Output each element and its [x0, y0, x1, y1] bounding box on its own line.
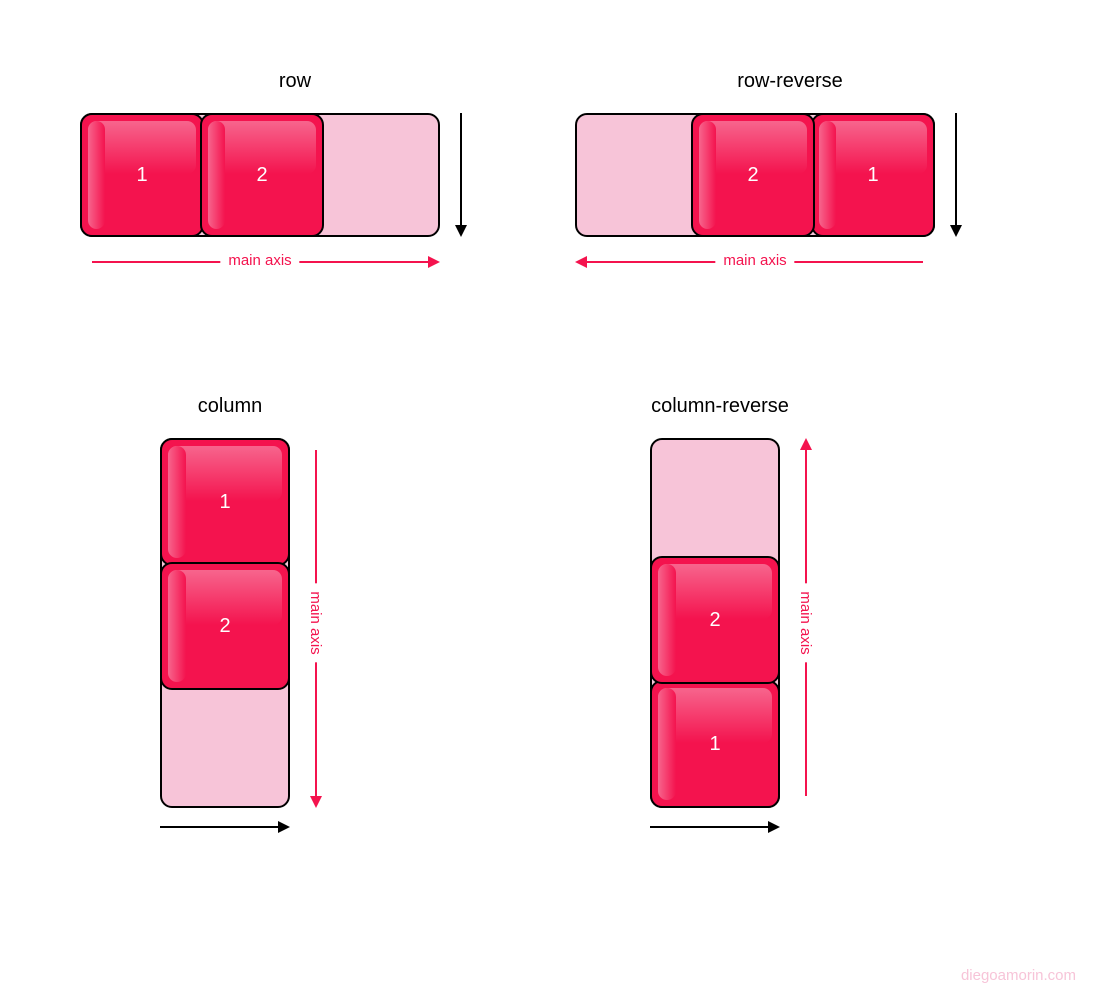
title-column: column: [130, 395, 330, 418]
flex-item: 1: [160, 438, 290, 566]
item-label: 2: [219, 615, 230, 638]
flex-container-row: 1 2: [80, 113, 440, 237]
arrowhead-left-icon: [575, 256, 587, 268]
flex-item: 1: [650, 680, 780, 808]
main-axis-row-reverse: main axis: [575, 251, 935, 281]
arrowhead-right-icon: [768, 821, 780, 833]
diagram-row-reverse: row-reverse 1 2 main axis: [575, 70, 1005, 281]
title-column-reverse: column-reverse: [600, 395, 840, 418]
main-axis-row: main axis: [80, 251, 440, 281]
item-label: 1: [219, 491, 230, 514]
diagram-row: row 1 2 main axis: [80, 70, 510, 281]
diagram-column-reverse: column-reverse 1 2 main axis: [650, 395, 910, 850]
main-axis-label: main axis: [307, 583, 324, 662]
arrowhead-right-icon: [278, 821, 290, 833]
cross-axis-arrow: [460, 113, 462, 225]
arrowhead-right-icon: [428, 256, 440, 268]
main-axis-label: main axis: [715, 252, 794, 269]
cross-axis-arrow: [955, 113, 957, 225]
main-axis-label: main axis: [220, 252, 299, 269]
item-label: 1: [867, 164, 878, 187]
arrowhead-down-icon: [455, 225, 467, 237]
watermark: diegoamorin.com: [961, 967, 1076, 984]
item-label: 2: [709, 609, 720, 632]
flex-item: 1: [80, 113, 204, 237]
arrowhead-down-icon: [950, 225, 962, 237]
flex-item: 2: [691, 113, 815, 237]
item-label: 1: [136, 164, 147, 187]
title-row-reverse: row-reverse: [610, 70, 970, 93]
flex-item: 2: [160, 562, 290, 690]
flex-item: 2: [200, 113, 324, 237]
flex-container-row-reverse: 1 2: [575, 113, 935, 237]
arrowhead-up-icon: [800, 438, 812, 450]
flex-item: 1: [811, 113, 935, 237]
main-axis-label: main axis: [797, 583, 814, 662]
item-label: 2: [256, 164, 267, 187]
cross-axis-column-reverse: [650, 820, 780, 850]
flex-container-column: 1 2: [160, 438, 290, 808]
item-label: 1: [709, 733, 720, 756]
diagram-column: column 1 2 main axis: [160, 395, 420, 850]
cross-axis-column: [160, 820, 290, 850]
title-row: row: [115, 70, 475, 93]
flex-item: 2: [650, 556, 780, 684]
arrowhead-down-icon: [310, 796, 322, 808]
flex-container-column-reverse: 1 2: [650, 438, 780, 808]
item-label: 2: [747, 164, 758, 187]
